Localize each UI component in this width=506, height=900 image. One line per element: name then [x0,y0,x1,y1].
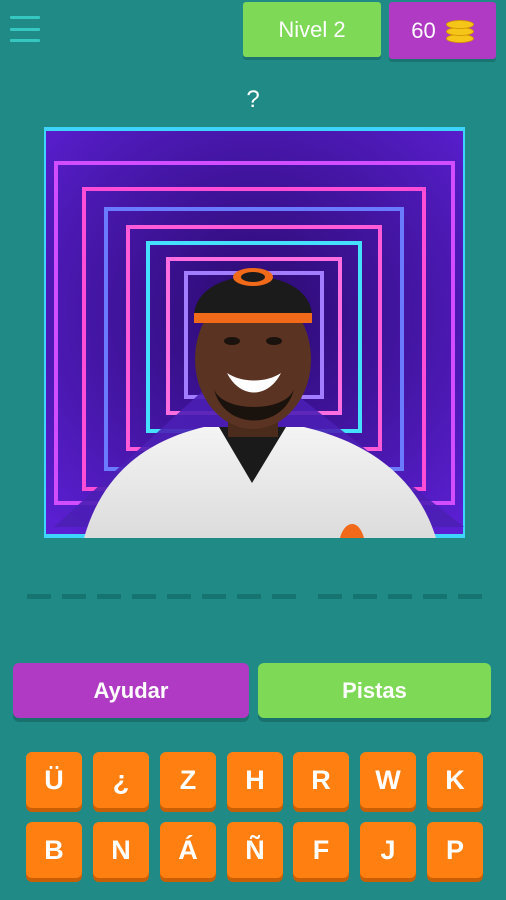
answer-slot[interactable] [167,594,191,599]
answer-slot[interactable] [318,594,342,599]
hints-button[interactable]: Pistas [258,663,491,718]
letter-key[interactable]: Ñ [227,822,283,878]
letter-key[interactable]: P [427,822,483,878]
game-screen: Nivel 2 60 ? Ayudar Pistas Ü ¿ Z H R W K… [0,0,506,900]
coin-stack-icon [445,19,474,43]
answer-slot[interactable] [388,594,412,599]
answer-slot[interactable] [27,594,51,599]
letter-key[interactable]: Á [160,822,216,878]
letter-key[interactable]: F [293,822,349,878]
answer-slot[interactable] [272,594,296,599]
answer-slot[interactable] [202,594,226,599]
answer-slot[interactable] [423,594,447,599]
answer-slot[interactable] [62,594,86,599]
answer-slots [27,594,487,600]
answer-slot[interactable] [97,594,121,599]
level-label: Nivel 2 [278,16,346,42]
letter-key[interactable]: B [26,822,82,878]
letter-key[interactable]: K [427,752,483,808]
letter-key[interactable]: Z [160,752,216,808]
player-photo [44,127,465,538]
letter-key[interactable]: W [360,752,416,808]
help-button[interactable]: Ayudar [13,663,249,718]
coin-count: 60 [411,17,436,43]
question-prompt: ? [246,86,260,113]
letter-key[interactable]: J [360,822,416,878]
letter-key[interactable]: ¿ [93,752,149,808]
answer-slot[interactable] [353,594,377,599]
answer-slot[interactable] [458,594,482,599]
letter-key[interactable]: Ü [26,752,82,808]
answer-slot[interactable] [132,594,156,599]
coins-badge[interactable]: 60 [389,2,496,59]
letter-key[interactable]: R [293,752,349,808]
letter-key[interactable]: H [227,752,283,808]
answer-slot[interactable] [237,594,261,599]
hamburger-menu-icon[interactable] [10,16,40,42]
level-badge: Nivel 2 [243,2,381,57]
letter-key[interactable]: N [93,822,149,878]
